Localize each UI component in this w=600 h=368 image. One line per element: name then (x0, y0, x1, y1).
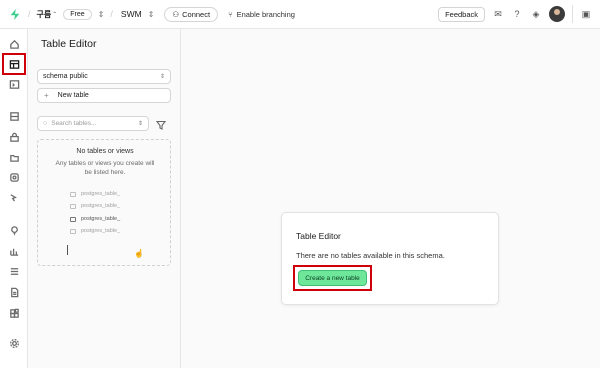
table-icon (70, 191, 76, 197)
selection-indicator (67, 245, 68, 255)
card-description: There are no tables available in this sc… (296, 251, 445, 260)
table-editor-sidebar: Table Editor schema public ⇕ + New table… (28, 29, 181, 368)
pointer-cursor-icon: ☝ (134, 249, 144, 258)
breadcrumb-separator: / (110, 9, 113, 19)
supabase-logo-icon[interactable] (8, 7, 22, 21)
ghost-table-item: postgres_table_ (70, 191, 120, 197)
sql-editor-icon[interactable] (4, 75, 24, 93)
reports-icon[interactable] (4, 242, 24, 260)
org-caret-icon[interactable]: ⌃ (52, 11, 57, 18)
connect-label: Connect (182, 9, 211, 19)
inbox-icon[interactable]: ✉ (492, 8, 504, 20)
search-icon: ○ (43, 120, 48, 127)
top-bar: / 구름 ⌃ Free ⇕ / SWM ⇕ ⚇ Connect ⑂ Enable… (0, 0, 600, 29)
database-icon[interactable] (4, 107, 24, 125)
table-editor-icon[interactable] (2, 53, 26, 75)
filter-icon[interactable] (155, 118, 167, 130)
realtime-icon[interactable] (4, 188, 24, 206)
project-switch-icon[interactable]: ⇕ (148, 10, 155, 19)
table-icon (70, 203, 76, 209)
search-placeholder: Search tables... (51, 120, 97, 127)
nav-rail (0, 29, 28, 368)
schema-select-value: schema public (43, 73, 88, 80)
ghost-table-item: postgres_table_ (70, 216, 120, 222)
empty-state-title: No tables or views (76, 148, 134, 155)
table-icon (70, 228, 76, 234)
project-settings-icon[interactable] (4, 334, 24, 352)
empty-schema-card: Table Editor There are no tables availab… (281, 212, 499, 305)
feedback-button[interactable]: Feedback (438, 6, 485, 22)
top-right-actions: Feedback ✉ ? ◈ ▣ (438, 5, 592, 23)
org-switch-icon[interactable]: ⇕ (98, 10, 105, 19)
empty-state-description: Any tables or views you create will be l… (55, 160, 155, 176)
chevron-updown-icon: ⇕ (159, 74, 165, 80)
chevron-down-icon: ⇕ (137, 121, 143, 127)
new-table-label: New table (57, 92, 89, 99)
ghost-table-item: postgres_table_ (70, 228, 120, 234)
advisors-icon[interactable] (4, 221, 24, 239)
project-name[interactable]: SWM (121, 9, 142, 19)
avatar[interactable] (549, 6, 565, 22)
api-docs-icon[interactable] (4, 283, 24, 301)
schema-select[interactable]: schema public ⇕ (37, 69, 171, 84)
plus-icon: + (44, 91, 49, 100)
storage-icon[interactable] (4, 148, 24, 166)
plug-icon: ⚇ (172, 9, 180, 19)
plan-badge: Free (63, 8, 92, 20)
table-icon (70, 216, 76, 222)
branch-icon: ⑂ (228, 9, 233, 19)
divider (572, 5, 573, 23)
help-icon[interactable]: ? (511, 8, 523, 20)
main-content: Table Editor There are no tables availab… (181, 29, 600, 368)
auth-icon[interactable] (4, 128, 24, 146)
create-table-highlight: Create a new table (293, 265, 372, 291)
card-title: Table Editor (296, 231, 341, 241)
org-name[interactable]: 구름 (37, 9, 52, 20)
terminal-icon[interactable]: ▣ (580, 8, 592, 20)
branching-label: Enable branching (236, 9, 295, 19)
ghost-table-item: postgres_table_ (70, 203, 120, 209)
create-new-table-button[interactable]: Create a new table (298, 270, 367, 286)
enable-branching-button[interactable]: ⑂ Enable branching (228, 10, 295, 19)
sidebar-title: Table Editor (41, 38, 97, 50)
new-table-button[interactable]: + New table (37, 88, 171, 103)
connect-button[interactable]: ⚇ Connect (164, 6, 219, 22)
edge-functions-icon[interactable] (4, 168, 24, 186)
settings-diamond-icon[interactable]: ◈ (530, 8, 542, 20)
empty-state: No tables or views Any tables or views y… (37, 139, 171, 266)
logs-icon[interactable] (4, 262, 24, 280)
integrations-icon[interactable] (4, 304, 24, 322)
breadcrumb-separator: / (28, 9, 31, 19)
search-tables-input[interactable]: ○ Search tables... ⇕ (37, 116, 149, 131)
home-icon[interactable] (4, 35, 24, 53)
